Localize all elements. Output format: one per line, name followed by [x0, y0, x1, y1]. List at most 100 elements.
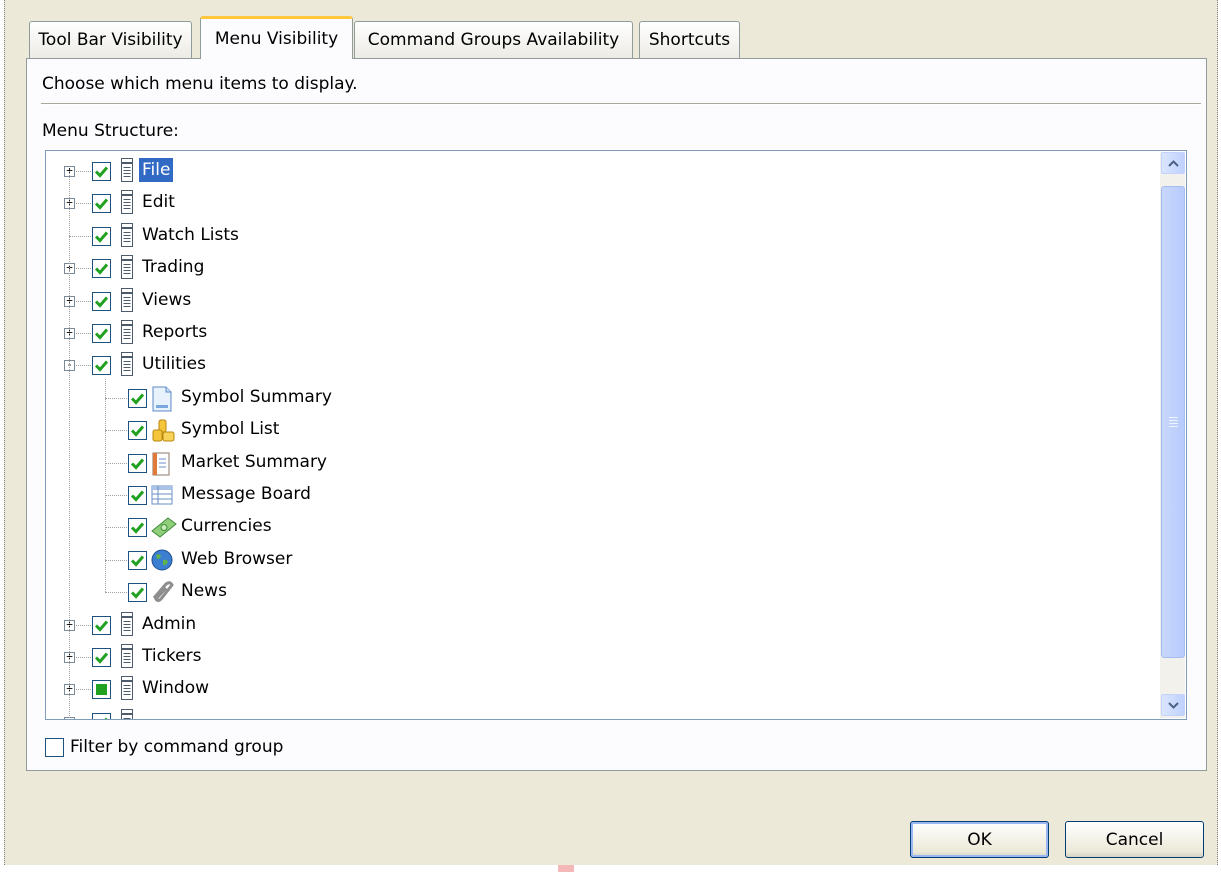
coins-icon [150, 418, 176, 449]
check-mark-icon [94, 263, 109, 275]
scroll-down-button[interactable] [1161, 694, 1185, 716]
partial-check-mark [96, 684, 107, 696]
check-mark-icon [94, 296, 109, 308]
tree-item[interactable]: + Edit [46, 187, 1156, 219]
check-mark-icon [130, 458, 145, 470]
scrollbar-thumb[interactable] [1161, 186, 1185, 658]
chevron-down-icon [1167, 701, 1179, 709]
tree-item[interactable]: Watch Lists [46, 220, 1156, 252]
tree-connector-line [105, 495, 127, 496]
checkbox-checked[interactable] [92, 356, 111, 376]
tree-item[interactable]: - Utilities [46, 349, 1156, 381]
tree-item-label[interactable]: Admin [139, 612, 199, 636]
menu-page-icon [120, 158, 134, 187]
checkbox-partial[interactable] [92, 680, 111, 700]
check-mark-icon [94, 166, 109, 178]
filter-by-command-group-checkbox[interactable]: Filter by command group [45, 737, 283, 757]
tree-item-label[interactable]: Reports [139, 320, 210, 344]
tree-item-label[interactable]: File [139, 158, 174, 182]
checkbox-checked[interactable] [92, 162, 111, 181]
tree-item-label[interactable]: Edit [139, 190, 178, 214]
tree-child-item[interactable]: Symbol Summary [46, 382, 1156, 414]
notepad-icon [150, 451, 172, 482]
tree-item-label[interactable]: Message Board [178, 482, 314, 506]
tree-item[interactable]: + Admin [46, 609, 1156, 641]
tree-item-label[interactable]: Tickers [139, 644, 204, 668]
menu-page-icon [120, 644, 134, 673]
tree-item-label[interactable]: Symbol Summary [178, 385, 335, 409]
tree-item-label[interactable]: Web Browser [178, 547, 295, 571]
checkbox-checked[interactable] [128, 453, 147, 473]
tree-child-item[interactable]: Web Browser [46, 544, 1156, 576]
menu-structure-tree[interactable]: + File + Edit Watch Lists + Trading + Views + Repo… [45, 150, 1187, 720]
tree-item-label[interactable]: Currencies [178, 514, 275, 538]
tree-item-label[interactable]: Watch Lists [139, 223, 242, 247]
checkbox-checked[interactable] [92, 259, 111, 279]
tab-command-groups-availability[interactable]: Command Groups Availability [354, 21, 633, 58]
checkbox-checked[interactable] [128, 486, 147, 505]
vertical-scrollbar[interactable] [1160, 152, 1185, 718]
filter-checkbox-box[interactable] [45, 737, 64, 757]
tree-item[interactable]: + Window [46, 673, 1156, 705]
checkbox-checked[interactable] [92, 194, 111, 214]
checkbox-checked[interactable] [128, 518, 147, 538]
tree-item-label[interactable]: Symbol List [178, 417, 282, 441]
tree-item[interactable]: + Tickers [46, 641, 1156, 673]
menu-page-icon [120, 320, 134, 349]
checkbox-checked[interactable] [92, 615, 111, 635]
tab-panel: Choose which menu items to display. Menu… [26, 58, 1207, 771]
overlay-mark [558, 865, 574, 872]
checkbox-checked[interactable] [128, 583, 147, 603]
tree-child-item[interactable]: Message Board [46, 479, 1156, 511]
checkbox-checked[interactable] [92, 226, 111, 246]
tree-item[interactable]: + [46, 706, 1156, 719]
document-icon [150, 386, 174, 417]
separator [41, 103, 1201, 105]
tab-shortcuts[interactable]: Shortcuts [639, 21, 740, 58]
checkbox-checked[interactable] [92, 291, 111, 311]
tab-menu-visibility[interactable]: Menu Visibility [200, 16, 353, 59]
checkbox-checked[interactable] [92, 648, 111, 667]
tree-connector-line [105, 430, 127, 432]
check-mark-icon [104, 717, 108, 719]
tree-item-label[interactable]: Trading [139, 255, 207, 279]
check-mark-icon [94, 620, 109, 632]
check-mark-icon [94, 231, 109, 243]
chevron-up-icon [1167, 159, 1179, 167]
scroll-up-button[interactable] [1161, 152, 1185, 174]
tree-item-label[interactable]: Utilities [139, 352, 209, 376]
cancel-button[interactable]: Cancel [1065, 821, 1204, 858]
tree-item-label[interactable]: Window [139, 676, 212, 700]
menu-page-icon [120, 611, 134, 641]
checkbox-checked[interactable] [128, 421, 147, 441]
check-mark-icon [94, 652, 109, 664]
tree-connector-line [105, 559, 127, 561]
ok-button[interactable]: OK [910, 821, 1049, 858]
tree-item-label[interactable] [139, 709, 145, 713]
checkbox-checked[interactable] [92, 324, 111, 343]
tree-connector-line [105, 527, 127, 529]
check-mark-icon [130, 587, 145, 599]
dialog-window: Tool Bar Visibility Menu Visibility Comm… [4, 0, 1218, 865]
tree-item-label[interactable]: Market Summary [178, 450, 330, 474]
tree-item-label[interactable]: Views [139, 288, 194, 312]
menu-page-icon [120, 287, 134, 317]
tree-child-item[interactable]: Market Summary [46, 447, 1156, 479]
check-mark-icon [130, 393, 145, 405]
tree-item-label[interactable]: News [178, 579, 230, 603]
checkbox-checked[interactable] [92, 712, 111, 719]
tree-item[interactable]: + Views [46, 285, 1156, 317]
menu-page-icon [120, 222, 134, 252]
tab-tool-bar-visibility[interactable]: Tool Bar Visibility [29, 21, 192, 58]
check-mark-icon [130, 425, 145, 437]
tree-item[interactable]: + Trading [46, 252, 1156, 284]
tree-child-item[interactable]: News [46, 576, 1156, 608]
tree-item[interactable]: + File [46, 155, 1156, 187]
tree-child-item[interactable]: Currencies [46, 511, 1156, 543]
menu-page-icon [120, 352, 134, 381]
tree-item[interactable]: + Reports [46, 317, 1156, 349]
checkbox-checked[interactable] [128, 550, 147, 570]
tree-connector-line [69, 171, 70, 719]
tree-child-item[interactable]: Symbol List [46, 414, 1156, 446]
checkbox-checked[interactable] [128, 388, 147, 408]
